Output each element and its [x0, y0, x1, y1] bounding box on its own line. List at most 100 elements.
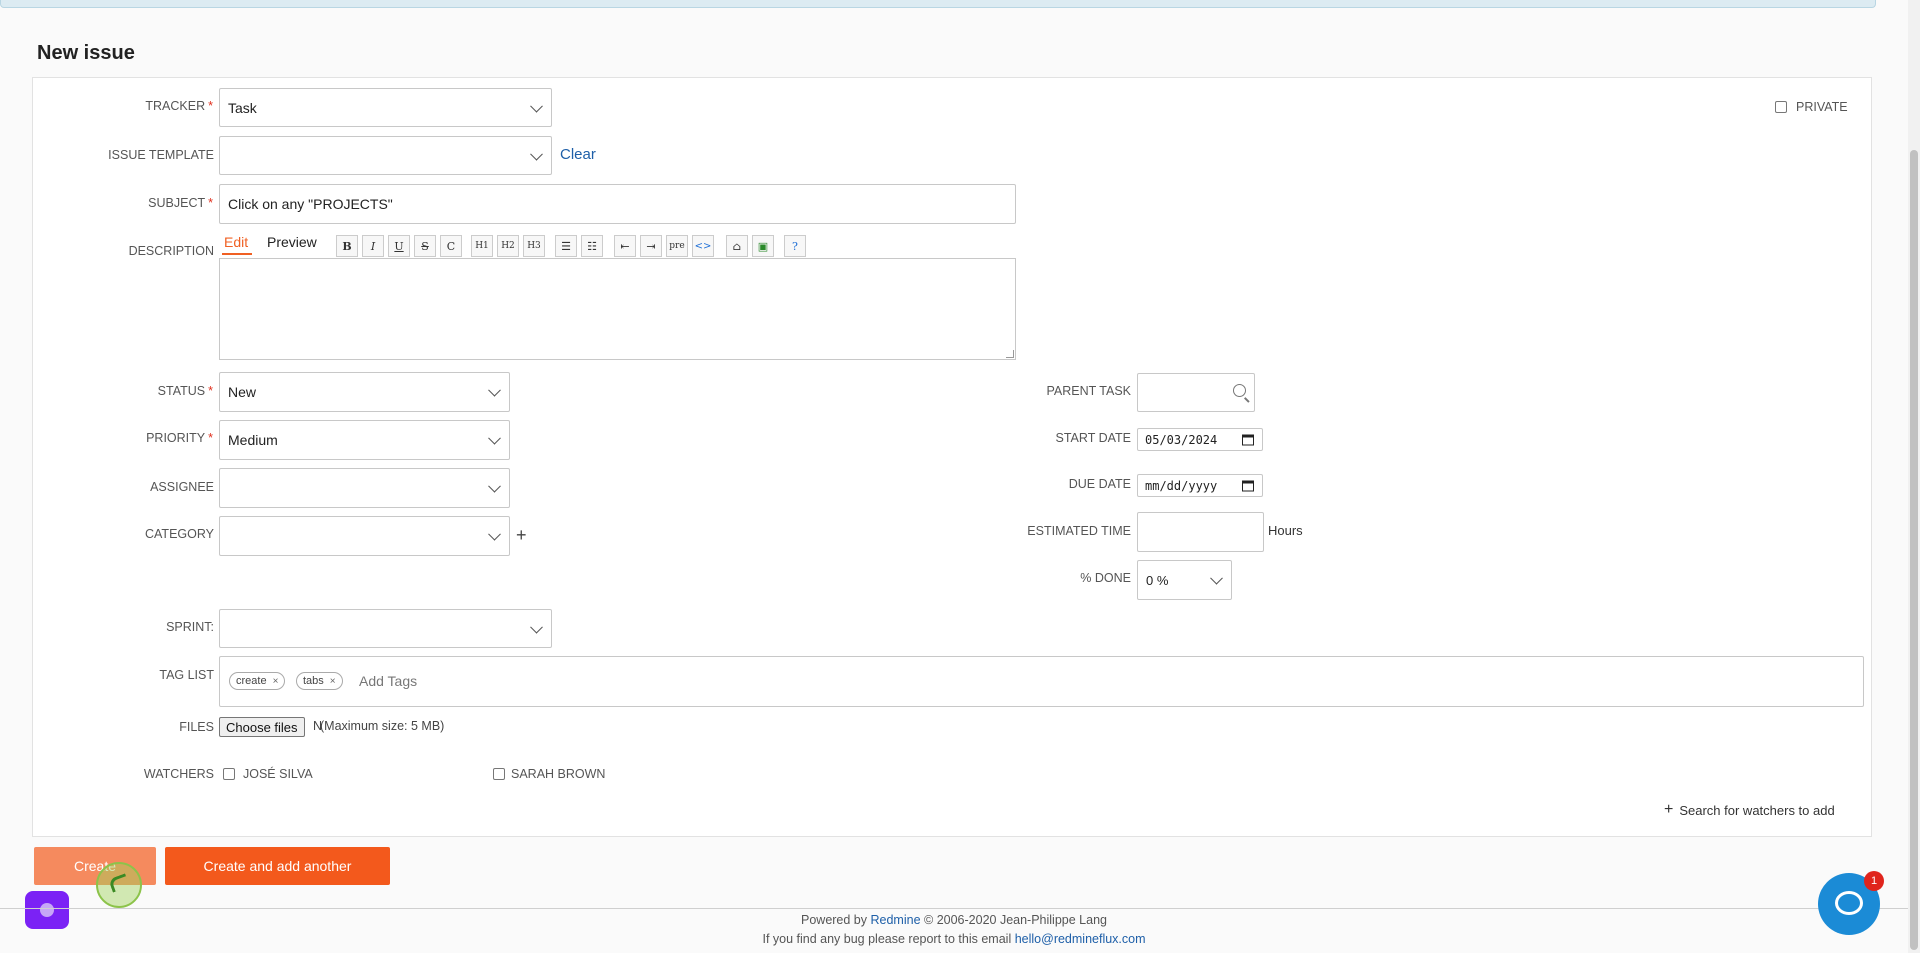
strikethrough-button[interactable]: S: [414, 235, 436, 257]
tab-preview[interactable]: Preview: [267, 234, 317, 250]
watchers-label: WATCHERS: [143, 767, 214, 781]
priority-select[interactable]: Medium: [219, 420, 510, 460]
image-icon[interactable]: ▣: [752, 235, 774, 257]
resize-grip-icon[interactable]: [1006, 350, 1014, 358]
help-icon[interactable]: ?: [784, 235, 806, 257]
estimated-time-label: ESTIMATED TIME: [1027, 524, 1131, 538]
tracker-select[interactable]: Task: [219, 88, 552, 127]
page-title: New issue: [37, 42, 135, 64]
bug-email-link[interactable]: hello@redmineflux.com: [1015, 932, 1146, 946]
clear-template-link[interactable]: Clear: [560, 146, 596, 163]
status-value: New: [228, 384, 257, 400]
chevron-down-icon: [1210, 571, 1223, 585]
watcher-name: JOSÉ SILVA: [243, 767, 313, 781]
estimated-time-input[interactable]: [1137, 512, 1264, 552]
done-label: % DONE: [1080, 571, 1131, 585]
chevron-down-icon: [530, 99, 543, 113]
tracker-value: Task: [228, 99, 257, 116]
due-date-value: mm/dd/yyyy: [1145, 478, 1218, 493]
remove-tag-icon[interactable]: ×: [330, 676, 336, 687]
parent-task-label: PARENT TASK: [1046, 384, 1131, 398]
underline-button[interactable]: U: [388, 235, 410, 257]
issue-template-label: ISSUE TEMPLATE: [108, 148, 214, 162]
assignee-label: ASSIGNEE: [150, 480, 214, 494]
subject-label: SUBJECT *: [148, 196, 213, 210]
status-label: STATUS *: [157, 384, 213, 398]
due-date-input[interactable]: mm/dd/yyyy: [1137, 474, 1263, 497]
italic-button[interactable]: I: [362, 235, 384, 257]
status-select[interactable]: New: [219, 372, 510, 412]
chevron-down-icon: [530, 147, 543, 161]
footer-powered-by: Powered by Redmine © 2006-2020 Jean-Phil…: [801, 913, 1107, 927]
chevron-down-icon: [488, 527, 501, 541]
link-icon[interactable]: ⌂: [726, 235, 748, 257]
footer-bug-report: If you find any bug please report to thi…: [762, 932, 1146, 946]
sprint-label: SPRINT:: [166, 620, 214, 634]
watcher-checkbox-jose[interactable]: [223, 768, 235, 780]
top-header-bar: [0, 0, 1876, 8]
tag-chip: create ×: [229, 672, 286, 690]
subject-value: Click on any "PROJECTS": [228, 196, 393, 212]
max-size-note: (Maximum size: 5 MB): [320, 719, 445, 733]
start-date-label: START DATE: [1055, 431, 1131, 445]
issue-template-select[interactable]: [219, 136, 552, 175]
assignee-select[interactable]: [219, 468, 510, 508]
heading-2-button[interactable]: H2: [497, 235, 519, 257]
cursor-arrow-icon: [108, 873, 130, 893]
indent-left-icon[interactable]: ⇤: [614, 235, 636, 257]
tab-edit[interactable]: Edit: [222, 234, 253, 255]
choose-files-button[interactable]: Choose files: [219, 717, 305, 737]
search-icon[interactable]: [1233, 384, 1246, 397]
due-date-label: DUE DATE: [1068, 477, 1131, 491]
priority-label: PRIORITY *: [146, 431, 213, 445]
ordered-list-icon[interactable]: ☷: [581, 235, 603, 257]
tag-chip: tabs ×: [296, 672, 343, 690]
search-watchers-link[interactable]: + Search for watchers to add: [1664, 801, 1835, 819]
subject-input[interactable]: Click on any "PROJECTS": [219, 184, 1016, 224]
code-block-icon[interactable]: <>: [692, 235, 714, 257]
watcher-checkbox-sarah[interactable]: [493, 768, 505, 780]
private-checkbox[interactable]: [1775, 101, 1787, 113]
hours-unit: Hours: [1268, 523, 1303, 538]
unordered-list-icon[interactable]: ☰: [555, 235, 577, 257]
create-and-add-another-button[interactable]: Create and add another: [165, 847, 390, 885]
calendar-icon[interactable]: [1242, 480, 1254, 491]
chevron-down-icon: [488, 431, 501, 445]
chevron-down-icon: [488, 479, 501, 493]
files-label: FILES: [179, 720, 214, 734]
chat-bubble-icon: [1835, 891, 1863, 915]
description-textarea[interactable]: [219, 258, 1016, 360]
done-select[interactable]: 0 %: [1137, 560, 1232, 600]
category-label: CATEGORY: [145, 527, 214, 541]
click-indicator: [96, 862, 142, 908]
priority-value: Medium: [228, 432, 278, 448]
private-label: PRIVATE: [1796, 100, 1848, 114]
footer-divider: [0, 908, 1908, 909]
add-category-icon[interactable]: +: [516, 526, 527, 544]
calendar-icon[interactable]: [1242, 434, 1254, 445]
preformatted-button[interactable]: pre: [666, 235, 688, 257]
chat-notification-badge: 1: [1864, 871, 1884, 891]
tag-list-label: TAG LIST: [159, 668, 214, 682]
sprint-select[interactable]: [219, 609, 552, 648]
heading-1-button[interactable]: H1: [471, 235, 493, 257]
indent-right-icon[interactable]: ⇥: [640, 235, 662, 257]
chat-button[interactable]: 1: [1818, 871, 1884, 935]
page-scrollbar[interactable]: [1908, 0, 1920, 953]
tag-list-input[interactable]: [219, 656, 1864, 707]
parent-task-input[interactable]: [1137, 373, 1255, 412]
tracker-label: TRACKER *: [145, 99, 213, 113]
heading-3-button[interactable]: H3: [523, 235, 545, 257]
done-value: 0 %: [1146, 572, 1169, 588]
remove-tag-icon[interactable]: ×: [273, 676, 279, 687]
code-inline-button[interactable]: C: [440, 235, 462, 257]
scrollbar-thumb[interactable]: [1910, 150, 1918, 950]
start-date-input[interactable]: 05/03/2024: [1137, 428, 1263, 451]
bold-button[interactable]: B: [336, 235, 358, 257]
add-tags-placeholder[interactable]: Add Tags: [359, 673, 417, 689]
category-select[interactable]: [219, 516, 510, 556]
watcher-name: SARAH BROWN: [511, 767, 606, 781]
plus-icon: +: [1664, 801, 1674, 818]
chevron-down-icon: [488, 383, 501, 397]
redmine-link[interactable]: Redmine: [871, 913, 921, 927]
